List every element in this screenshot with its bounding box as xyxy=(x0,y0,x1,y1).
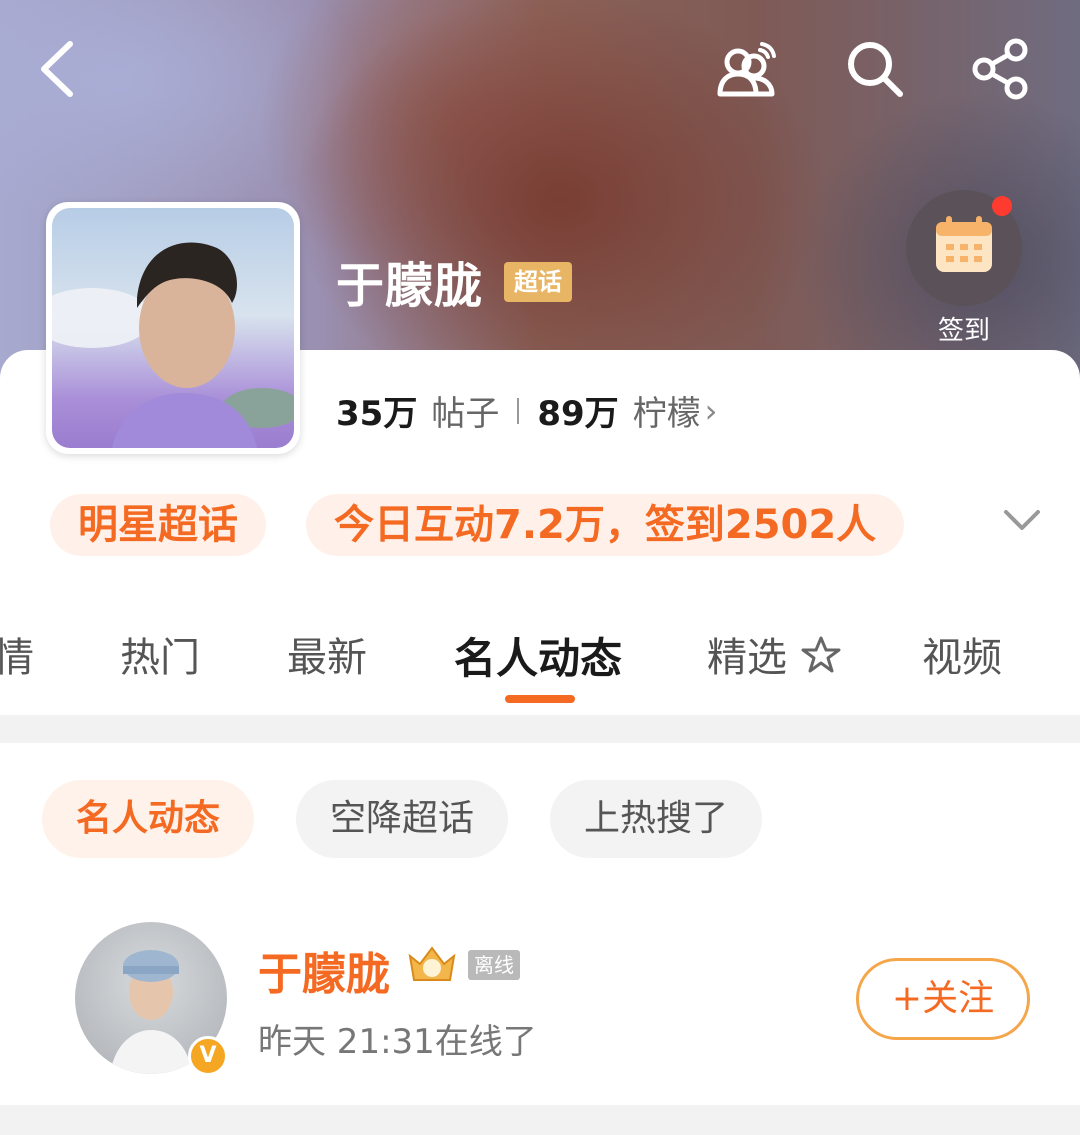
share-button[interactable] xyxy=(968,36,1034,102)
tab-hot[interactable]: 热门 xyxy=(120,625,200,683)
status-badge: 离线 xyxy=(468,950,520,980)
back-button[interactable] xyxy=(36,38,80,100)
group-chat-icon xyxy=(717,42,776,97)
search-button[interactable] xyxy=(842,36,908,102)
filter-chip-trending[interactable]: 上热搜了 xyxy=(550,780,763,858)
checkin-label: 签到 xyxy=(937,316,990,346)
bottom-divider xyxy=(0,1105,1080,1135)
notification-dot xyxy=(992,196,1012,216)
filter-chip-airdrop[interactable]: 空降超话 xyxy=(296,780,509,858)
fans-label: 柠檬 xyxy=(632,394,701,434)
today-stats-tag[interactable]: 今日互动7.2万，签到2502人 xyxy=(306,494,905,556)
search-icon xyxy=(848,42,903,97)
posts-count: 35万 xyxy=(336,394,418,434)
tab-bar: 情 热门 最新 名人动态 精选 视频 xyxy=(0,625,1080,685)
tab-partial[interactable]: 情 xyxy=(0,625,34,683)
verified-badge: V xyxy=(188,1036,228,1076)
expand-button[interactable] xyxy=(1000,500,1044,540)
celebrity-name[interactable]: 于朦胧 xyxy=(258,938,390,1002)
tab-latest[interactable]: 最新 xyxy=(287,625,367,683)
tab-featured-label: 精选 xyxy=(707,635,787,681)
chevron-right-icon: › xyxy=(704,391,718,430)
supertopic-badge: 超话 xyxy=(504,262,572,302)
topic-stats[interactable]: 35万 帖子 89万 柠檬 › xyxy=(336,386,717,435)
section-divider xyxy=(0,715,1080,743)
topic-name: 于朦胧 xyxy=(336,258,484,314)
back-icon xyxy=(41,41,73,97)
tab-celebrity-updates[interactable]: 名人动态 xyxy=(454,625,622,686)
last-online-text: 昨天 21:31在线了 xyxy=(258,1022,537,1062)
tab-featured[interactable]: 精选 xyxy=(707,625,842,683)
share-icon xyxy=(972,38,1028,100)
chevron-down-icon xyxy=(1004,510,1040,530)
filter-chip-celebrity-updates[interactable]: 名人动态 xyxy=(42,780,255,858)
stats-divider xyxy=(517,397,520,424)
star-icon xyxy=(801,636,841,673)
crown-icon xyxy=(404,942,460,986)
category-tag[interactable]: 明星超话 xyxy=(50,494,266,556)
tab-video[interactable]: 视频 xyxy=(922,625,1002,683)
topic-avatar-image xyxy=(52,208,294,448)
posts-label: 帖子 xyxy=(431,394,500,434)
checkin-button[interactable] xyxy=(906,190,1022,306)
group-chat-button[interactable] xyxy=(714,36,780,102)
topic-avatar[interactable] xyxy=(46,202,300,454)
active-tab-indicator xyxy=(505,695,575,703)
follow-button[interactable]: +关注 xyxy=(856,958,1030,1040)
fans-count: 89万 xyxy=(537,394,619,434)
